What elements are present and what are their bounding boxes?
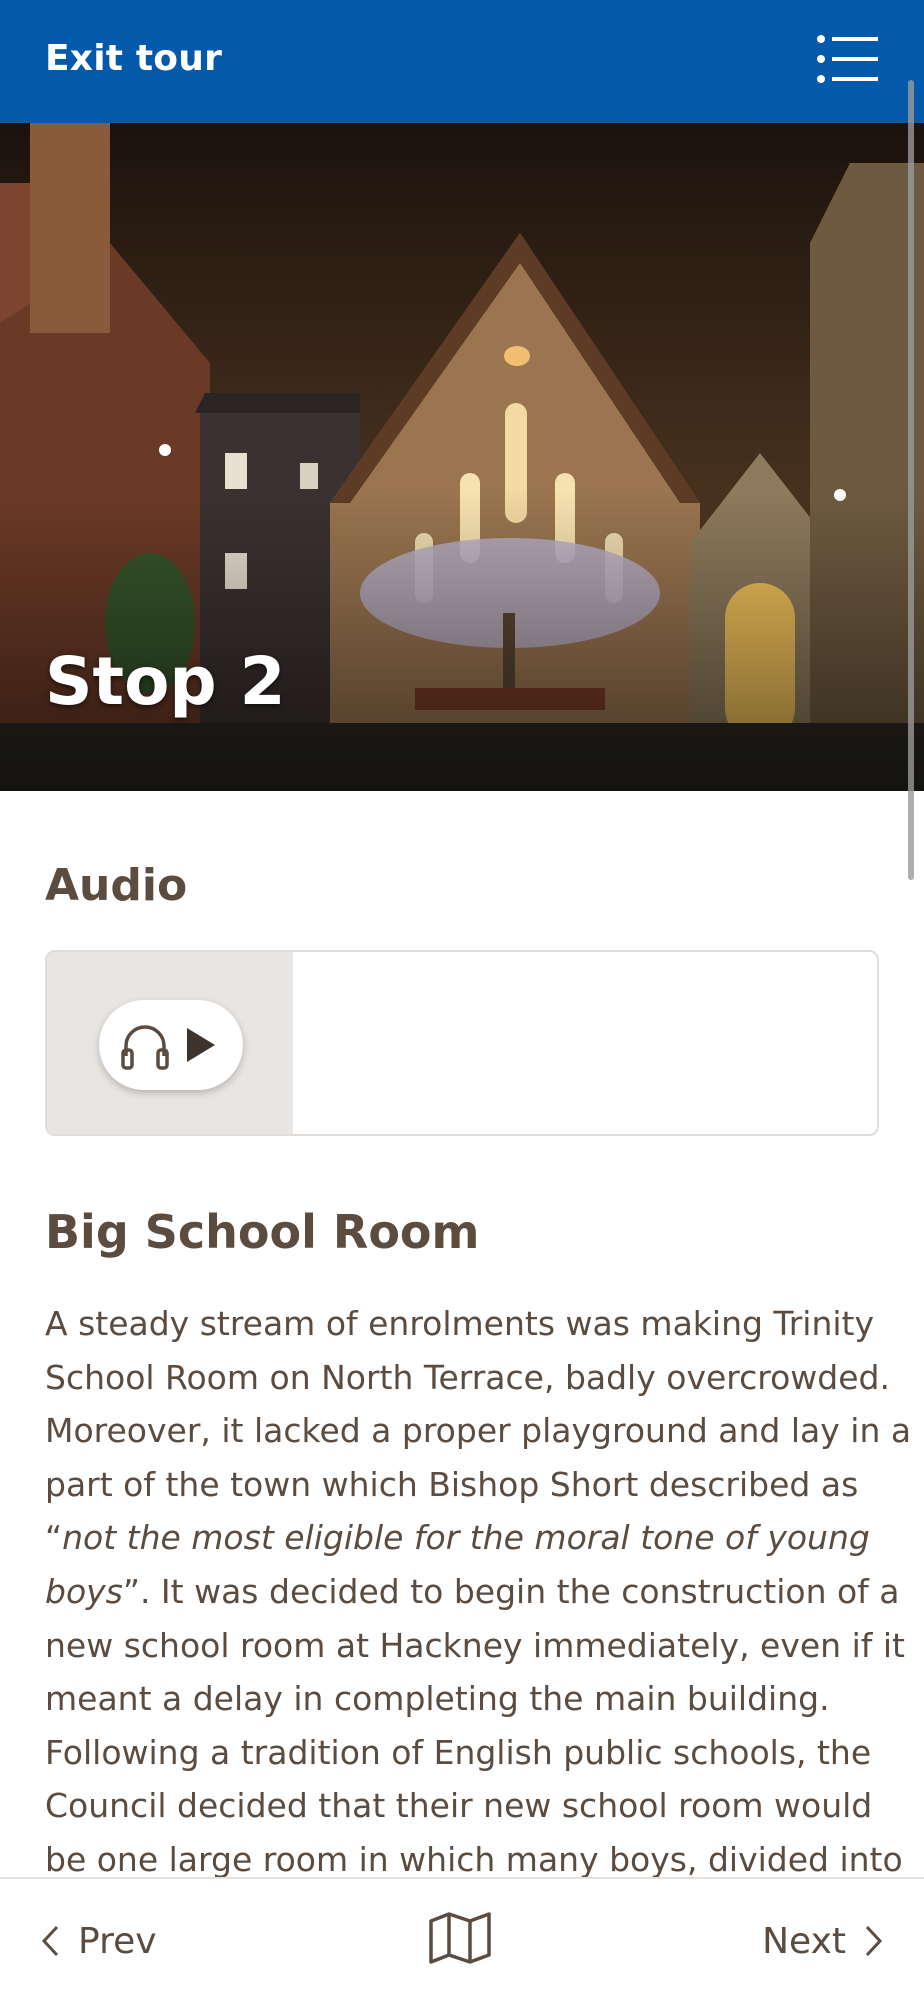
scrollbar[interactable]: [908, 80, 914, 880]
hero-image: Stop 2: [0, 123, 924, 791]
next-button[interactable]: Next: [762, 1919, 884, 1963]
article-line: part of the town which Bishop Short desc…: [45, 1464, 859, 1504]
audio-heading: Audio: [45, 860, 188, 911]
chevron-left-icon: [41, 1925, 59, 1957]
article-line: Moreover, it lacked a proper playground …: [45, 1411, 912, 1451]
list-menu-icon[interactable]: [816, 33, 880, 85]
top-bar: Exit tour: [0, 0, 924, 123]
prev-button[interactable]: Prev: [40, 1919, 157, 1963]
audio-player: [45, 950, 879, 1136]
quote-close: ”. It was decided to begin the construct…: [122, 1571, 900, 1611]
next-label: Next: [762, 1920, 846, 1962]
article-line: Following a tradition of English public …: [45, 1732, 872, 1772]
article-body: A steady stream of enrolments was making…: [45, 1297, 912, 1887]
article-line: A steady stream of enrolments was making…: [45, 1304, 875, 1343]
quote-open: “: [45, 1518, 63, 1558]
article-line: boys”. It was decided to begin the const…: [45, 1565, 900, 1619]
article-line: School Room on North Terrace, badly over…: [45, 1357, 890, 1397]
quote-italic: boys: [45, 1571, 123, 1611]
exit-tour-button[interactable]: Exit tour: [45, 38, 222, 79]
headphones-icon: [121, 1025, 169, 1070]
article-line: meant a delay in completing the main bui…: [45, 1679, 830, 1719]
map-icon[interactable]: [428, 1911, 492, 1965]
chevron-right-icon: [865, 1925, 883, 1957]
audio-play-button[interactable]: [99, 1000, 243, 1090]
section-title: Big School Room: [45, 1205, 480, 1259]
article-line: Council decided that their new school ro…: [45, 1786, 873, 1826]
quote-italic: not the most eligible for the moral tone…: [62, 1518, 870, 1558]
play-icon: [187, 1028, 215, 1062]
article-line: new school room at Hackney immediately, …: [45, 1625, 905, 1665]
audio-player-panel: [47, 952, 293, 1134]
bottom-nav: Prev Next: [0, 1877, 924, 2000]
article-line: “not the most eligible for the moral ton…: [45, 1511, 895, 1565]
prev-label: Prev: [78, 1920, 157, 1962]
stop-title: Stop 2: [45, 643, 286, 720]
